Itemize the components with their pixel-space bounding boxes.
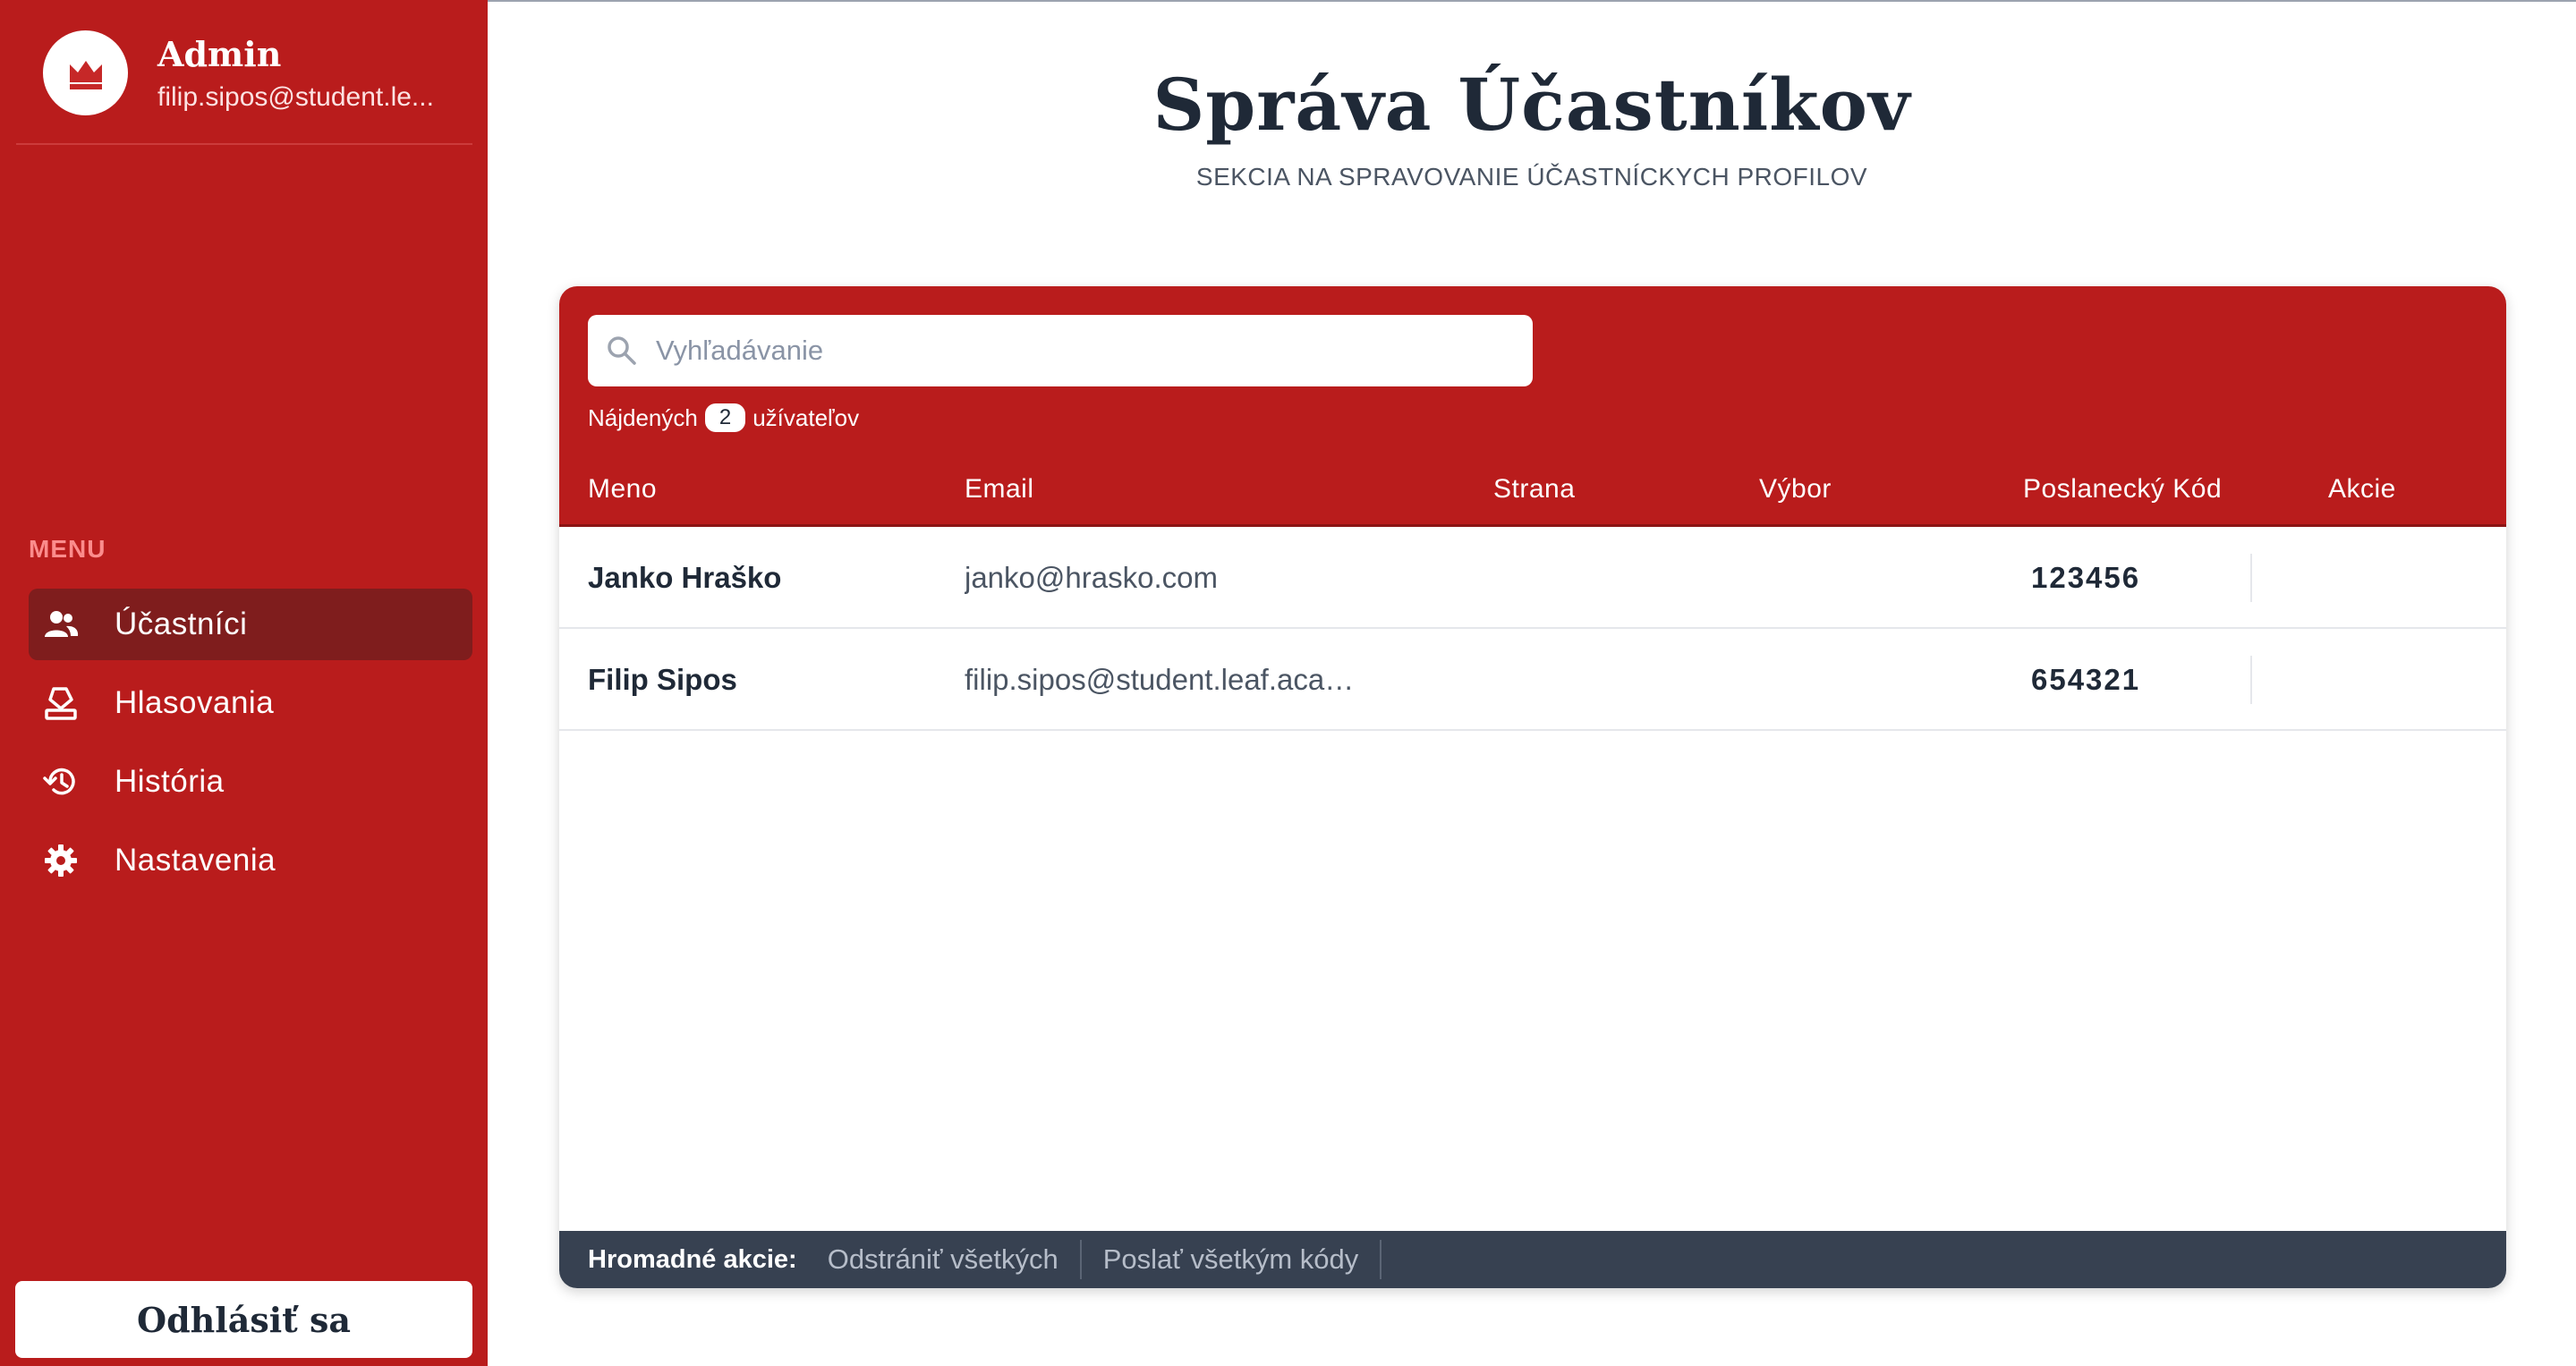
ballot-box-icon: [45, 687, 77, 720]
actions-divider: [2250, 554, 2252, 602]
row-code: 654321: [2031, 663, 2141, 696]
actions-divider: [2250, 656, 2252, 704]
row-name: Janko Hraško: [588, 561, 782, 594]
column-header-poslanecky-kod[interactable]: Poslanecký Kód: [2023, 474, 2222, 505]
results-count: Nájdených 2 užívateľov: [588, 403, 859, 433]
avatar: [43, 30, 128, 115]
bulk-actions-label: Hromadné akcie:: [588, 1244, 797, 1274]
app-root: Admin filip.sipos@student.le... MENU Úča…: [0, 0, 2576, 1366]
sidebar-item-historia[interactable]: História: [29, 746, 472, 818]
page-title: Správa Účastníkov: [1152, 63, 1911, 147]
results-suffix: užívateľov: [752, 403, 860, 431]
sidebar-item-hlasovania[interactable]: Hlasovania: [29, 667, 472, 739]
sidebar-item-label: Nastavenia: [115, 843, 276, 878]
menu-heading: MENU: [29, 535, 106, 563]
top-divider: [488, 0, 2576, 2]
column-header-email[interactable]: Email: [965, 474, 1034, 505]
delete-all-button[interactable]: Odstrániť všetkých: [806, 1240, 1082, 1279]
column-header-vybor[interactable]: Výbor: [1759, 474, 1832, 505]
column-header-akcie: Akcie: [2328, 474, 2396, 504]
bulk-actions-bar: Hromadné akcie: Odstrániť všetkých Posla…: [559, 1231, 2506, 1288]
crown-icon: [69, 60, 102, 89]
results-count-badge: 2: [704, 403, 746, 432]
card-header: Nájdených 2 užívateľov Meno Email Strana…: [559, 286, 2506, 527]
users-icon: [45, 611, 79, 637]
sidebar-item-label: Účastníci: [115, 607, 248, 641]
search-input[interactable]: [656, 315, 1515, 386]
column-header-meno[interactable]: Meno: [588, 474, 657, 505]
profile-email: filip.sipos@student.le...: [157, 82, 434, 112]
row-email: filip.sipos@student.leaf.acad...: [965, 663, 1358, 696]
row-code: 123456: [2031, 561, 2141, 594]
results-prefix: Nájdených: [588, 403, 698, 431]
profile-name: Admin: [157, 34, 282, 74]
column-header-strana[interactable]: Strana: [1493, 474, 1575, 505]
row-email: janko@hrasko.com: [965, 561, 1218, 594]
participants-card: Nájdených 2 užívateľov Meno Email Strana…: [559, 286, 2506, 1288]
sidebar-item-ucastnici[interactable]: Účastníci: [29, 589, 472, 660]
profile-block: Admin filip.sipos@student.le...: [16, 0, 472, 145]
table-row[interactable]: Janko Hraško janko@hrasko.com 123456: [559, 527, 2506, 629]
row-name: Filip Sipos: [588, 663, 737, 696]
page-subtitle: SEKCIA NA SPRAVOVANIE ÚČASTNÍCKYCH PROFI…: [1195, 163, 1868, 191]
sidebar-item-label: História: [115, 764, 225, 799]
history-icon: [43, 768, 75, 795]
sidebar-item-label: Hlasovania: [115, 685, 275, 720]
logout-button[interactable]: Odhlásiť sa: [15, 1281, 472, 1358]
gear-icon: [45, 844, 77, 877]
search-box[interactable]: [588, 315, 1533, 386]
sidebar: Admin filip.sipos@student.le... MENU Úča…: [0, 0, 488, 1366]
search-icon: [608, 336, 636, 365]
sidebar-item-nastavenia[interactable]: Nastavenia: [29, 825, 472, 896]
send-codes-button[interactable]: Poslať všetkým kódy: [1082, 1240, 1382, 1279]
table-row[interactable]: Filip Sipos filip.sipos@student.leaf.aca…: [559, 629, 2506, 731]
